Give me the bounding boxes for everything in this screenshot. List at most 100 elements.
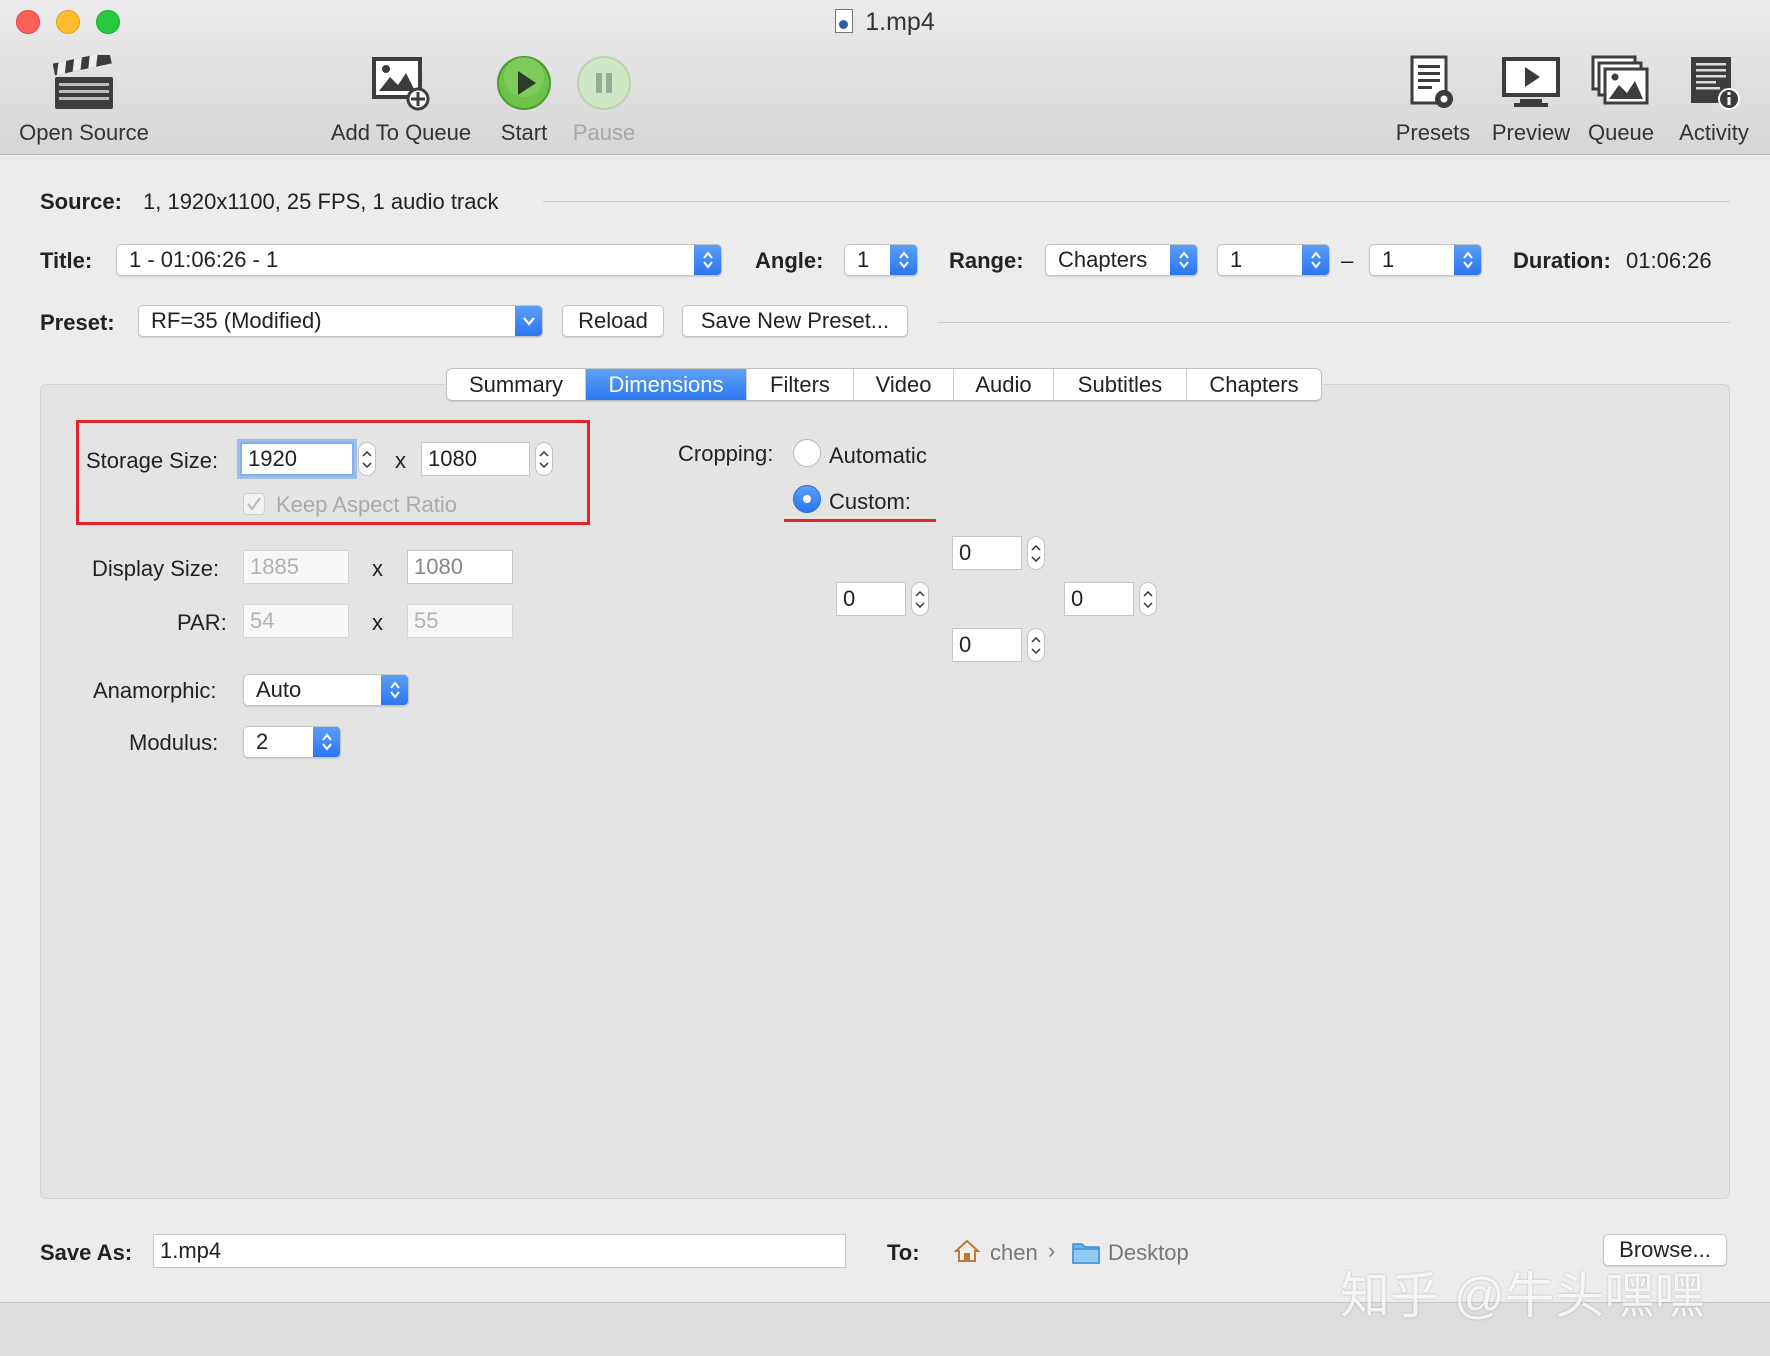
source-value: 1, 1920x1100, 25 FPS, 1 audio track (143, 189, 499, 214)
tab-dimensions[interactable]: Dimensions (586, 369, 747, 400)
duration-label: Duration: (1513, 248, 1611, 273)
cropping-custom-radio[interactable] (793, 485, 821, 513)
cropping-automatic-radio[interactable] (793, 439, 821, 467)
storage-width-field[interactable]: 1920 (240, 442, 354, 476)
preview-label: Preview (1491, 120, 1571, 145)
presets-icon (1388, 52, 1478, 114)
modulus-popup[interactable]: 2 (243, 726, 341, 758)
par-times-label: x (372, 610, 383, 635)
display-height-field[interactable]: 1080 (407, 550, 513, 584)
range-label: Range: (949, 248, 1024, 273)
range-start-value: 1 (1230, 247, 1243, 272)
storage-times-label: x (395, 448, 406, 473)
reload-preset-button[interactable]: Reload (562, 305, 664, 337)
crop-top-field[interactable]: 0 (952, 536, 1022, 570)
pause-label: Pause (572, 120, 636, 145)
document-icon (835, 9, 854, 33)
pause-button[interactable]: Pause (566, 52, 642, 146)
open-source-label: Open Source (19, 120, 149, 145)
save-as-field[interactable]: 1.mp4 (153, 1234, 846, 1268)
preview-button[interactable]: Preview (1486, 52, 1576, 146)
crop-top-stepper[interactable] (1027, 536, 1045, 570)
updown-chevron-icon (1302, 245, 1329, 275)
keep-aspect-ratio-label: Keep Aspect Ratio (276, 492, 458, 517)
tab-video[interactable]: Video (854, 369, 954, 400)
add-image-icon (325, 52, 477, 114)
cropping-custom-label: Custom: (829, 489, 911, 514)
preset-label: Preset: (40, 310, 115, 335)
title-popup-value: 1 - 01:06:26 - 1 (129, 247, 279, 272)
start-button[interactable]: Start (488, 52, 560, 146)
preset-popup[interactable]: RF=35 (Modified) (138, 305, 543, 337)
anamorphic-value: Auto (256, 677, 302, 702)
angle-popup-value: 1 (857, 247, 870, 272)
angle-popup[interactable]: 1 (844, 244, 918, 276)
par-label: PAR: (177, 610, 227, 635)
par-width-field[interactable]: 54 (243, 604, 349, 638)
checkmark-icon (247, 497, 261, 511)
crop-right-stepper[interactable] (1139, 582, 1157, 616)
updown-chevron-icon (1454, 245, 1481, 275)
display-times-label: x (372, 556, 383, 581)
modulus-value: 2 (256, 729, 269, 754)
add-to-queue-button[interactable]: Add To Queue (325, 52, 477, 146)
crop-bottom-field[interactable]: 0 (952, 628, 1022, 662)
anamorphic-popup[interactable]: Auto (243, 674, 409, 706)
monitor-play-icon (1486, 52, 1576, 114)
activity-button[interactable]: Activity (1668, 52, 1760, 146)
tab-audio[interactable]: Audio (954, 369, 1054, 400)
title-label: Title: (40, 248, 93, 273)
crop-left-stepper[interactable] (911, 582, 929, 616)
activity-label: Activity (1679, 120, 1749, 145)
storage-height-field[interactable]: 1080 (421, 442, 530, 476)
crop-right-field[interactable]: 0 (1064, 582, 1134, 616)
keep-aspect-ratio-checkbox[interactable] (243, 493, 265, 515)
pause-icon (566, 52, 642, 114)
folder-icon (1072, 1240, 1100, 1269)
tab-chapters[interactable]: Chapters (1187, 369, 1321, 400)
stacked-images-icon (1582, 52, 1660, 114)
start-label: Start (500, 120, 548, 145)
crop-left-field[interactable]: 0 (836, 582, 906, 616)
cropping-label: Cropping: (678, 441, 774, 466)
display-size-label: Display Size: (92, 556, 220, 581)
storage-width-stepper[interactable] (358, 442, 376, 476)
destination-label: To: (887, 1240, 920, 1265)
storage-height-stepper[interactable] (535, 442, 553, 476)
range-dash: – (1341, 248, 1354, 273)
watermark: 知乎 @牛头嘿嘿 (1340, 1268, 1705, 1324)
par-height-field[interactable]: 55 (407, 604, 513, 638)
presets-button[interactable]: Presets (1388, 52, 1478, 146)
crop-bottom-stepper[interactable] (1027, 628, 1045, 662)
updown-chevron-icon (890, 245, 917, 275)
storage-size-label: Storage Size: (86, 448, 219, 473)
open-source-button[interactable]: Open Source (12, 52, 156, 146)
source-label: Source: (40, 189, 122, 214)
clapperboard-icon (12, 52, 156, 114)
tab-filters[interactable]: Filters (747, 369, 854, 400)
tab-summary[interactable]: Summary (447, 369, 586, 400)
range-type-popup[interactable]: Chapters (1045, 244, 1198, 276)
display-width-field[interactable]: 1885 (243, 550, 349, 584)
preset-popup-value: RF=35 (Modified) (151, 308, 322, 333)
angle-label: Angle: (755, 248, 824, 273)
range-type-value: Chapters (1058, 247, 1148, 272)
updown-chevron-icon (381, 675, 408, 705)
modulus-label: Modulus: (129, 730, 219, 755)
save-new-preset-button[interactable]: Save New Preset... (682, 305, 908, 337)
path-folder[interactable]: Desktop (1108, 1240, 1189, 1266)
range-end-popup[interactable]: 1 (1369, 244, 1482, 276)
range-start-popup[interactable]: 1 (1217, 244, 1330, 276)
chevron-down-icon (515, 306, 542, 336)
activity-log-icon (1668, 52, 1760, 114)
presets-label: Presets (1395, 120, 1471, 145)
cropping-automatic-label: Automatic (829, 443, 927, 468)
window-title: 1.mp4 (0, 8, 1770, 37)
save-as-label: Save As: (40, 1240, 133, 1265)
tab-subtitles[interactable]: Subtitles (1054, 369, 1187, 400)
updown-chevron-icon (1170, 245, 1197, 275)
updown-chevron-icon (313, 727, 340, 757)
queue-button[interactable]: Queue (1582, 52, 1660, 146)
path-user[interactable]: chen (990, 1240, 1038, 1266)
title-popup[interactable]: 1 - 01:06:26 - 1 (116, 244, 722, 276)
